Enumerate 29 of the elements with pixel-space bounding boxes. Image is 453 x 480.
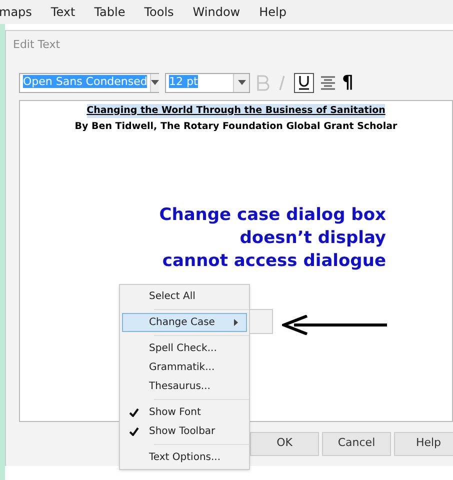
paragraph-marks-button[interactable]: ¶ xyxy=(342,74,354,92)
caret-icon xyxy=(238,80,246,85)
caret-icon xyxy=(151,80,160,85)
menu-item[interactable]: Spell Check... xyxy=(122,339,247,358)
window-title: Edit Text xyxy=(12,37,62,53)
document-title: Changing the World Through the Business of Sanitation xyxy=(86,104,386,118)
menu-item[interactable]: Show Font xyxy=(122,403,247,422)
menu-item[interactable]: Thesaurus... xyxy=(122,377,247,396)
dialog-button[interactable]: OK xyxy=(250,432,319,456)
menu-bar-item[interactable]: Window xyxy=(192,3,240,21)
menu-bar-item[interactable]: Text xyxy=(50,3,76,21)
menu-item[interactable]: Select All xyxy=(122,287,247,306)
menu-bar-item[interactable]: Tools xyxy=(144,3,174,21)
menu-item[interactable]: Change Case xyxy=(122,313,247,332)
align-center-icon[interactable] xyxy=(320,74,336,90)
menu-item[interactable]: Text Options... xyxy=(122,448,247,467)
menu-bar-item[interactable]: Table xyxy=(94,3,126,21)
annotation-text: cannot access dialogue xyxy=(162,250,386,273)
menu-bar-item[interactable]: Help xyxy=(259,3,286,21)
dialog-button[interactable]: Cancel xyxy=(322,432,391,456)
menu-item[interactable]: Grammatik... xyxy=(122,358,247,377)
menu-bar-item[interactable]: maps xyxy=(0,3,32,21)
annotation-text: doesn’t display xyxy=(240,227,386,250)
document-byline: By Ben Tidwell, The Rotary Foundation Global Grant Scholar xyxy=(74,120,398,134)
dialog-button[interactable]: Help xyxy=(394,432,453,456)
annotation-text: Change case dialog box xyxy=(159,204,386,227)
menu-item[interactable]: Show Toolbar xyxy=(122,422,247,441)
underline-icon[interactable] xyxy=(294,72,314,92)
arrow-icon xyxy=(282,314,388,334)
